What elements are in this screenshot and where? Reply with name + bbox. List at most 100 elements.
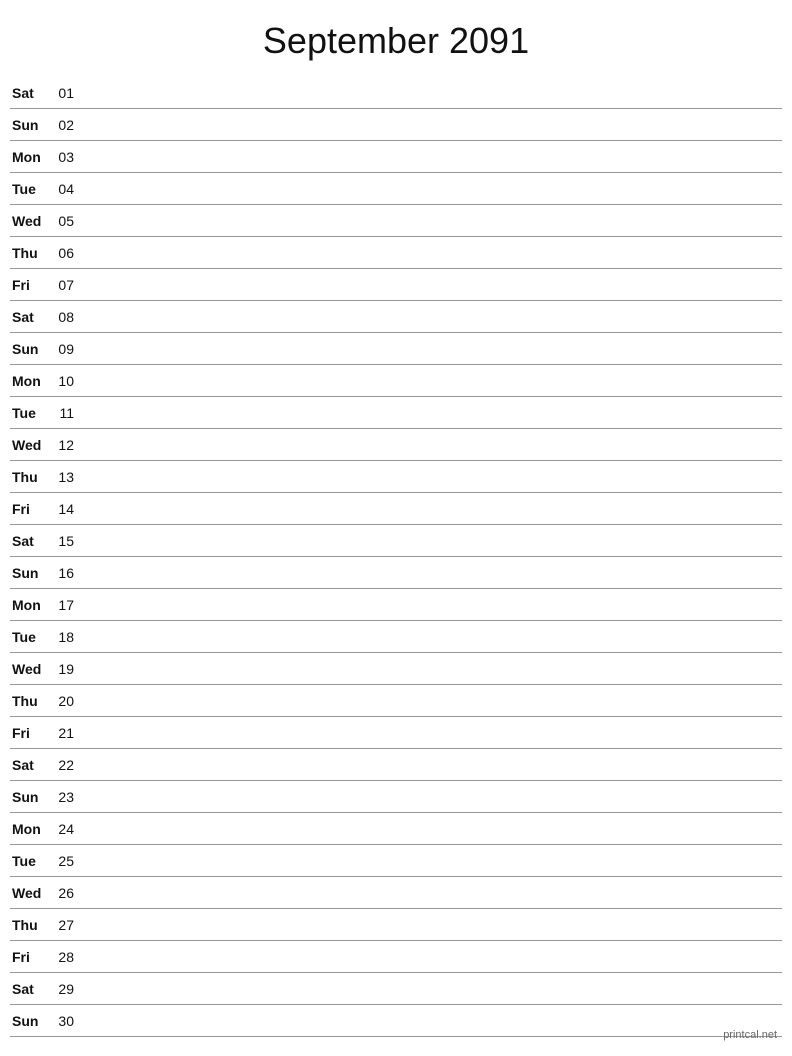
- day-row: Sat22: [10, 749, 782, 781]
- day-number: 22: [50, 757, 82, 773]
- day-name: Fri: [10, 725, 50, 741]
- day-number: 18: [50, 629, 82, 645]
- day-row: Fri14: [10, 493, 782, 525]
- day-line: [82, 444, 782, 445]
- day-row: Mon17: [10, 589, 782, 621]
- day-row: Tue11: [10, 397, 782, 429]
- day-name: Thu: [10, 917, 50, 933]
- day-number: 05: [50, 213, 82, 229]
- day-row: Thu27: [10, 909, 782, 941]
- day-name: Sat: [10, 85, 50, 101]
- day-line: [82, 572, 782, 573]
- day-line: [82, 956, 782, 957]
- day-name: Sat: [10, 309, 50, 325]
- day-line: [82, 124, 782, 125]
- day-row: Thu06: [10, 237, 782, 269]
- day-name: Mon: [10, 373, 50, 389]
- day-line: [82, 412, 782, 413]
- day-number: 03: [50, 149, 82, 165]
- day-number: 24: [50, 821, 82, 837]
- calendar-grid: Sat01Sun02Mon03Tue04Wed05Thu06Fri07Sat08…: [0, 77, 792, 1037]
- day-name: Fri: [10, 277, 50, 293]
- day-line: [82, 380, 782, 381]
- day-name: Sun: [10, 117, 50, 133]
- day-row: Wed26: [10, 877, 782, 909]
- day-row: Wed12: [10, 429, 782, 461]
- day-name: Tue: [10, 405, 50, 421]
- day-number: 08: [50, 309, 82, 325]
- day-name: Mon: [10, 821, 50, 837]
- day-row: Mon10: [10, 365, 782, 397]
- day-number: 01: [50, 85, 82, 101]
- day-row: Sun23: [10, 781, 782, 813]
- day-line: [82, 892, 782, 893]
- day-line: [82, 348, 782, 349]
- day-number: 16: [50, 565, 82, 581]
- day-number: 13: [50, 469, 82, 485]
- day-line: [82, 252, 782, 253]
- day-number: 19: [50, 661, 82, 677]
- day-line: [82, 316, 782, 317]
- day-name: Wed: [10, 661, 50, 677]
- day-row: Sun30: [10, 1005, 782, 1037]
- day-name: Tue: [10, 853, 50, 869]
- day-row: Tue04: [10, 173, 782, 205]
- day-row: Fri21: [10, 717, 782, 749]
- day-line: [82, 284, 782, 285]
- day-line: [82, 476, 782, 477]
- day-number: 25: [50, 853, 82, 869]
- day-number: 02: [50, 117, 82, 133]
- day-line: [82, 668, 782, 669]
- day-name: Sun: [10, 341, 50, 357]
- day-number: 30: [50, 1013, 82, 1029]
- day-name: Fri: [10, 949, 50, 965]
- day-name: Sun: [10, 789, 50, 805]
- day-row: Fri28: [10, 941, 782, 973]
- day-row: Fri07: [10, 269, 782, 301]
- day-line: [82, 636, 782, 637]
- day-name: Sat: [10, 757, 50, 773]
- day-line: [82, 1020, 782, 1021]
- day-name: Mon: [10, 597, 50, 613]
- day-number: 23: [50, 789, 82, 805]
- day-line: [82, 828, 782, 829]
- day-line: [82, 988, 782, 989]
- day-number: 09: [50, 341, 82, 357]
- day-row: Sun16: [10, 557, 782, 589]
- day-row: Thu20: [10, 685, 782, 717]
- day-number: 11: [50, 405, 82, 421]
- day-name: Thu: [10, 245, 50, 261]
- day-name: Thu: [10, 693, 50, 709]
- day-number: 07: [50, 277, 82, 293]
- day-number: 10: [50, 373, 82, 389]
- day-name: Thu: [10, 469, 50, 485]
- day-line: [82, 732, 782, 733]
- day-number: 12: [50, 437, 82, 453]
- day-number: 28: [50, 949, 82, 965]
- day-name: Sun: [10, 1013, 50, 1029]
- day-number: 20: [50, 693, 82, 709]
- day-name: Fri: [10, 501, 50, 517]
- day-line: [82, 156, 782, 157]
- day-name: Sat: [10, 533, 50, 549]
- day-number: 29: [50, 981, 82, 997]
- day-row: Thu13: [10, 461, 782, 493]
- day-row: Sat01: [10, 77, 782, 109]
- day-line: [82, 188, 782, 189]
- day-line: [82, 508, 782, 509]
- day-number: 04: [50, 181, 82, 197]
- day-number: 26: [50, 885, 82, 901]
- day-name: Mon: [10, 149, 50, 165]
- day-line: [82, 860, 782, 861]
- day-name: Wed: [10, 437, 50, 453]
- day-line: [82, 604, 782, 605]
- day-line: [82, 764, 782, 765]
- day-line: [82, 220, 782, 221]
- day-row: Tue25: [10, 845, 782, 877]
- day-row: Sun02: [10, 109, 782, 141]
- day-name: Tue: [10, 181, 50, 197]
- footer-text: printcal.net: [723, 1029, 777, 1041]
- day-line: [82, 924, 782, 925]
- day-number: 14: [50, 501, 82, 517]
- day-name: Sat: [10, 981, 50, 997]
